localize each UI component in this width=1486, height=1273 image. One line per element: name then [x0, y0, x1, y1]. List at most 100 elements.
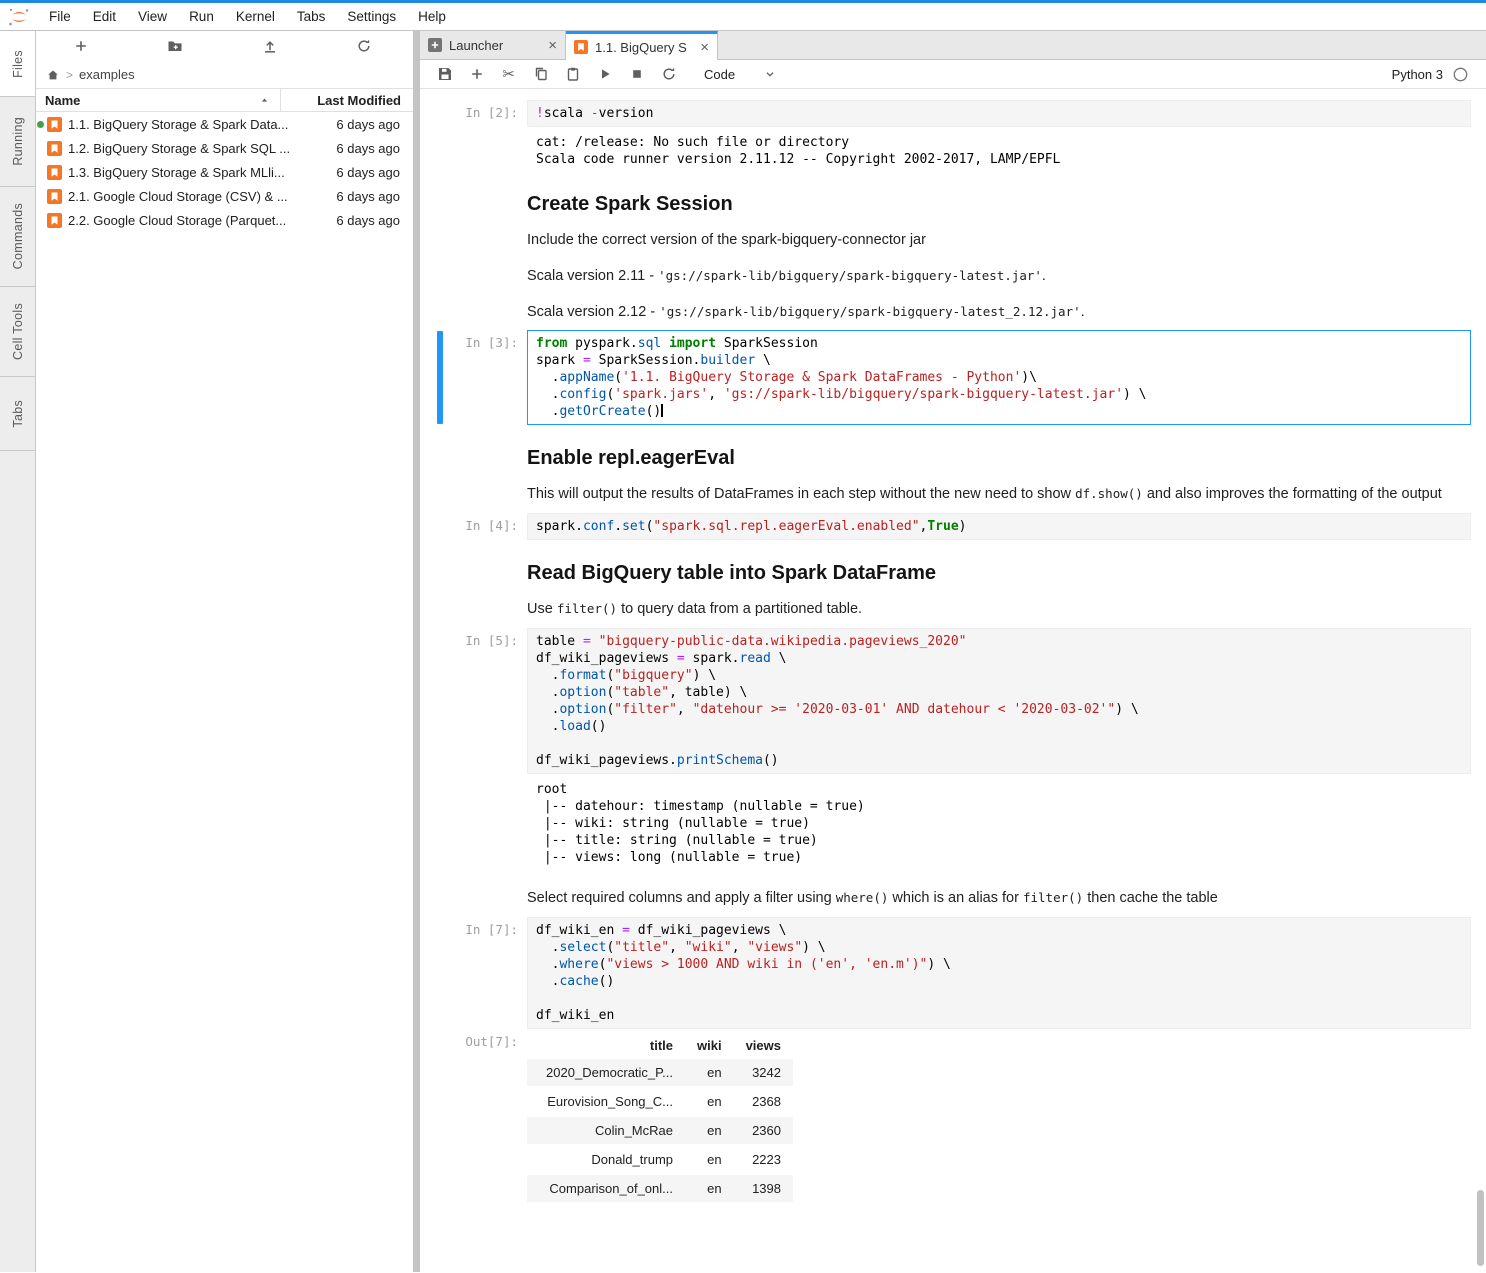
stream-output: cat: /release: No such file or directory…	[527, 127, 1060, 171]
code-cell[interactable]: In [4]:spark.conf.set("spark.sql.repl.ea…	[430, 513, 1486, 540]
markdown-cell[interactable]: Create Spark Session Include the correct …	[430, 174, 1486, 327]
new-folder-button[interactable]	[164, 35, 186, 57]
file-modified: 6 days ago	[293, 213, 413, 228]
column-header-name[interactable]: Name	[36, 89, 281, 111]
sidebar-tab-running[interactable]: Running	[0, 97, 35, 187]
tab-notebook[interactable]: 1.1. BigQuery S ×	[566, 31, 718, 60]
sidebar-tab-tabs[interactable]: Tabs	[0, 377, 35, 451]
cell-prompt	[430, 174, 527, 327]
output-prompt	[430, 774, 527, 869]
code-editor[interactable]: from pyspark.sql import SparkSession spa…	[527, 330, 1471, 425]
cell-type-value: Code	[704, 67, 735, 82]
scrollbar-thumb[interactable]	[1477, 1190, 1484, 1266]
stream-output: root |-- datehour: timestamp (nullable =…	[527, 774, 865, 869]
code-editor[interactable]: !scala -version	[527, 100, 1471, 127]
breadcrumb-current-dir[interactable]: examples	[79, 67, 135, 82]
add-cell-button[interactable]	[464, 62, 489, 86]
dataframe-row: Donald_trumpen2223	[527, 1145, 793, 1174]
sidebar-tab-files[interactable]: Files	[0, 31, 35, 97]
tab-launcher[interactable]: Launcher ×	[420, 31, 566, 59]
cut-cells-button[interactable]: ✂	[496, 62, 521, 86]
kernel-status-icon	[1453, 67, 1468, 82]
upload-button[interactable]	[259, 35, 281, 57]
sidebar-tab-commands-label: Commands	[11, 203, 25, 269]
code-editor[interactable]: df_wiki_en = df_wiki_pageviews \ .select…	[527, 917, 1471, 1029]
kernel-name: Python 3	[1392, 67, 1443, 82]
copy-cells-button[interactable]	[528, 62, 553, 86]
cell-input-area: In [2]:!scala -version	[430, 100, 1486, 127]
file-row[interactable]: 2.2. Google Cloud Storage (Parquet... 6 …	[36, 208, 413, 232]
cell-input-area: Select required columns and apply a filt…	[430, 872, 1486, 914]
new-launcher-button[interactable]	[70, 35, 92, 57]
file-modified: 6 days ago	[293, 165, 413, 180]
file-row[interactable]: 1.1. BigQuery Storage & Spark Data... 6 …	[36, 112, 413, 136]
close-icon[interactable]: ×	[548, 38, 557, 53]
cell-type-dropdown[interactable]: Code	[704, 67, 777, 82]
code-cell[interactable]: In [3]:from pyspark.sql import SparkSess…	[430, 330, 1486, 425]
sidebar-tab-commands[interactable]: Commands	[0, 187, 35, 287]
paste-cells-button[interactable]	[560, 62, 585, 86]
activity-bar: Files Running Commands Cell Tools Tabs	[0, 31, 36, 1272]
markdown-cell[interactable]: Select required columns and apply a filt…	[430, 872, 1486, 914]
dataframe-cell: en	[685, 1145, 734, 1174]
file-row[interactable]: 1.2. BigQuery Storage & Spark SQL ... 6 …	[36, 136, 413, 160]
notebook-file-icon	[47, 165, 62, 180]
dataframe-header-row: titlewikiviews	[527, 1032, 793, 1059]
menu-item-edit[interactable]: Edit	[82, 9, 127, 24]
file-name: 2.2. Google Cloud Storage (Parquet...	[68, 213, 293, 228]
markdown-heading: Enable repl.eagerEval	[527, 447, 1471, 470]
run-cell-button[interactable]	[592, 62, 617, 86]
panel-resize-handle[interactable]	[413, 31, 420, 1272]
tab-label: Launcher	[449, 38, 541, 53]
sidebar-tab-files-label: Files	[11, 50, 25, 78]
cell-prompt: In [5]:	[430, 628, 527, 774]
dataframe-cell: Comparison_of_onl...	[527, 1174, 685, 1203]
close-icon[interactable]: ×	[700, 40, 709, 55]
markdown-paragraph: Include the correct version of the spark…	[527, 230, 1471, 252]
markdown-paragraph: Scala version 2.11 - 'gs://spark-lib/big…	[527, 266, 1471, 288]
menu-item-kernel[interactable]: Kernel	[225, 9, 286, 24]
output-prompt: Out[7]:	[430, 1029, 527, 1204]
menu-item-run[interactable]: Run	[178, 9, 225, 24]
notebook-file-icon	[47, 141, 62, 156]
code-editor[interactable]: table = "bigquery-public-data.wikipedia.…	[527, 628, 1471, 774]
markdown-heading: Create Spark Session	[527, 193, 1471, 216]
file-row[interactable]: 1.3. BigQuery Storage & Spark MLli... 6 …	[36, 160, 413, 184]
file-browser-toolbar	[36, 31, 413, 61]
markdown-cell[interactable]: Read BigQuery table into Spark DataFrame…	[430, 543, 1486, 625]
markdown-content: Create Spark Session Include the correct …	[527, 174, 1486, 327]
menu-item-file[interactable]: File	[38, 9, 82, 24]
markdown-cell[interactable]: Enable repl.eagerEvalThis will output th…	[430, 428, 1486, 510]
code-editor[interactable]: spark.conf.set("spark.sql.repl.eagerEval…	[527, 513, 1471, 540]
refresh-button[interactable]	[353, 35, 375, 57]
code-text: !scala -version	[528, 101, 1470, 126]
menu-item-help[interactable]: Help	[407, 9, 457, 24]
code-cell[interactable]: In [5]:table = "bigquery-public-data.wik…	[430, 628, 1486, 869]
menu-item-view[interactable]: View	[127, 9, 178, 24]
save-button[interactable]	[432, 62, 457, 86]
dataframe-cell: 2020_Democratic_P...	[527, 1059, 685, 1087]
menu-item-settings[interactable]: Settings	[336, 9, 407, 24]
stop-kernel-button[interactable]	[624, 62, 649, 86]
kernel-indicator[interactable]: Python 3	[1392, 67, 1468, 82]
sidebar-tab-cell-tools[interactable]: Cell Tools	[0, 287, 35, 377]
scissors-icon: ✂	[502, 65, 515, 83]
notebook-file-icon	[47, 117, 62, 132]
cell-prompt: In [3]:	[430, 330, 527, 425]
cell-output-area: root |-- datehour: timestamp (nullable =…	[430, 774, 1486, 869]
chevron-down-icon	[763, 67, 777, 81]
markdown-paragraph: Scala version 2.12 - 'gs://spark-lib/big…	[527, 302, 1471, 324]
column-header-last-modified[interactable]: Last Modified	[281, 89, 413, 111]
code-cell[interactable]: In [2]:!scala -versioncat: /release: No …	[430, 100, 1486, 171]
breadcrumb-separator: >	[66, 68, 73, 82]
dataframe-cell: 2360	[734, 1116, 793, 1145]
dataframe-header-cell: views	[734, 1032, 793, 1059]
restart-kernel-button[interactable]	[656, 62, 681, 86]
text-cursor	[661, 404, 663, 417]
dataframe-row: 2020_Democratic_P...en3242	[527, 1059, 793, 1087]
code-cell[interactable]: In [7]:df_wiki_en = df_wiki_pageviews \ …	[430, 917, 1486, 1204]
file-row[interactable]: 2.1. Google Cloud Storage (CSV) & ... 6 …	[36, 184, 413, 208]
menu-item-tabs[interactable]: Tabs	[286, 9, 337, 24]
file-name: 1.2. BigQuery Storage & Spark SQL ...	[68, 141, 293, 156]
home-icon[interactable]	[46, 68, 60, 82]
